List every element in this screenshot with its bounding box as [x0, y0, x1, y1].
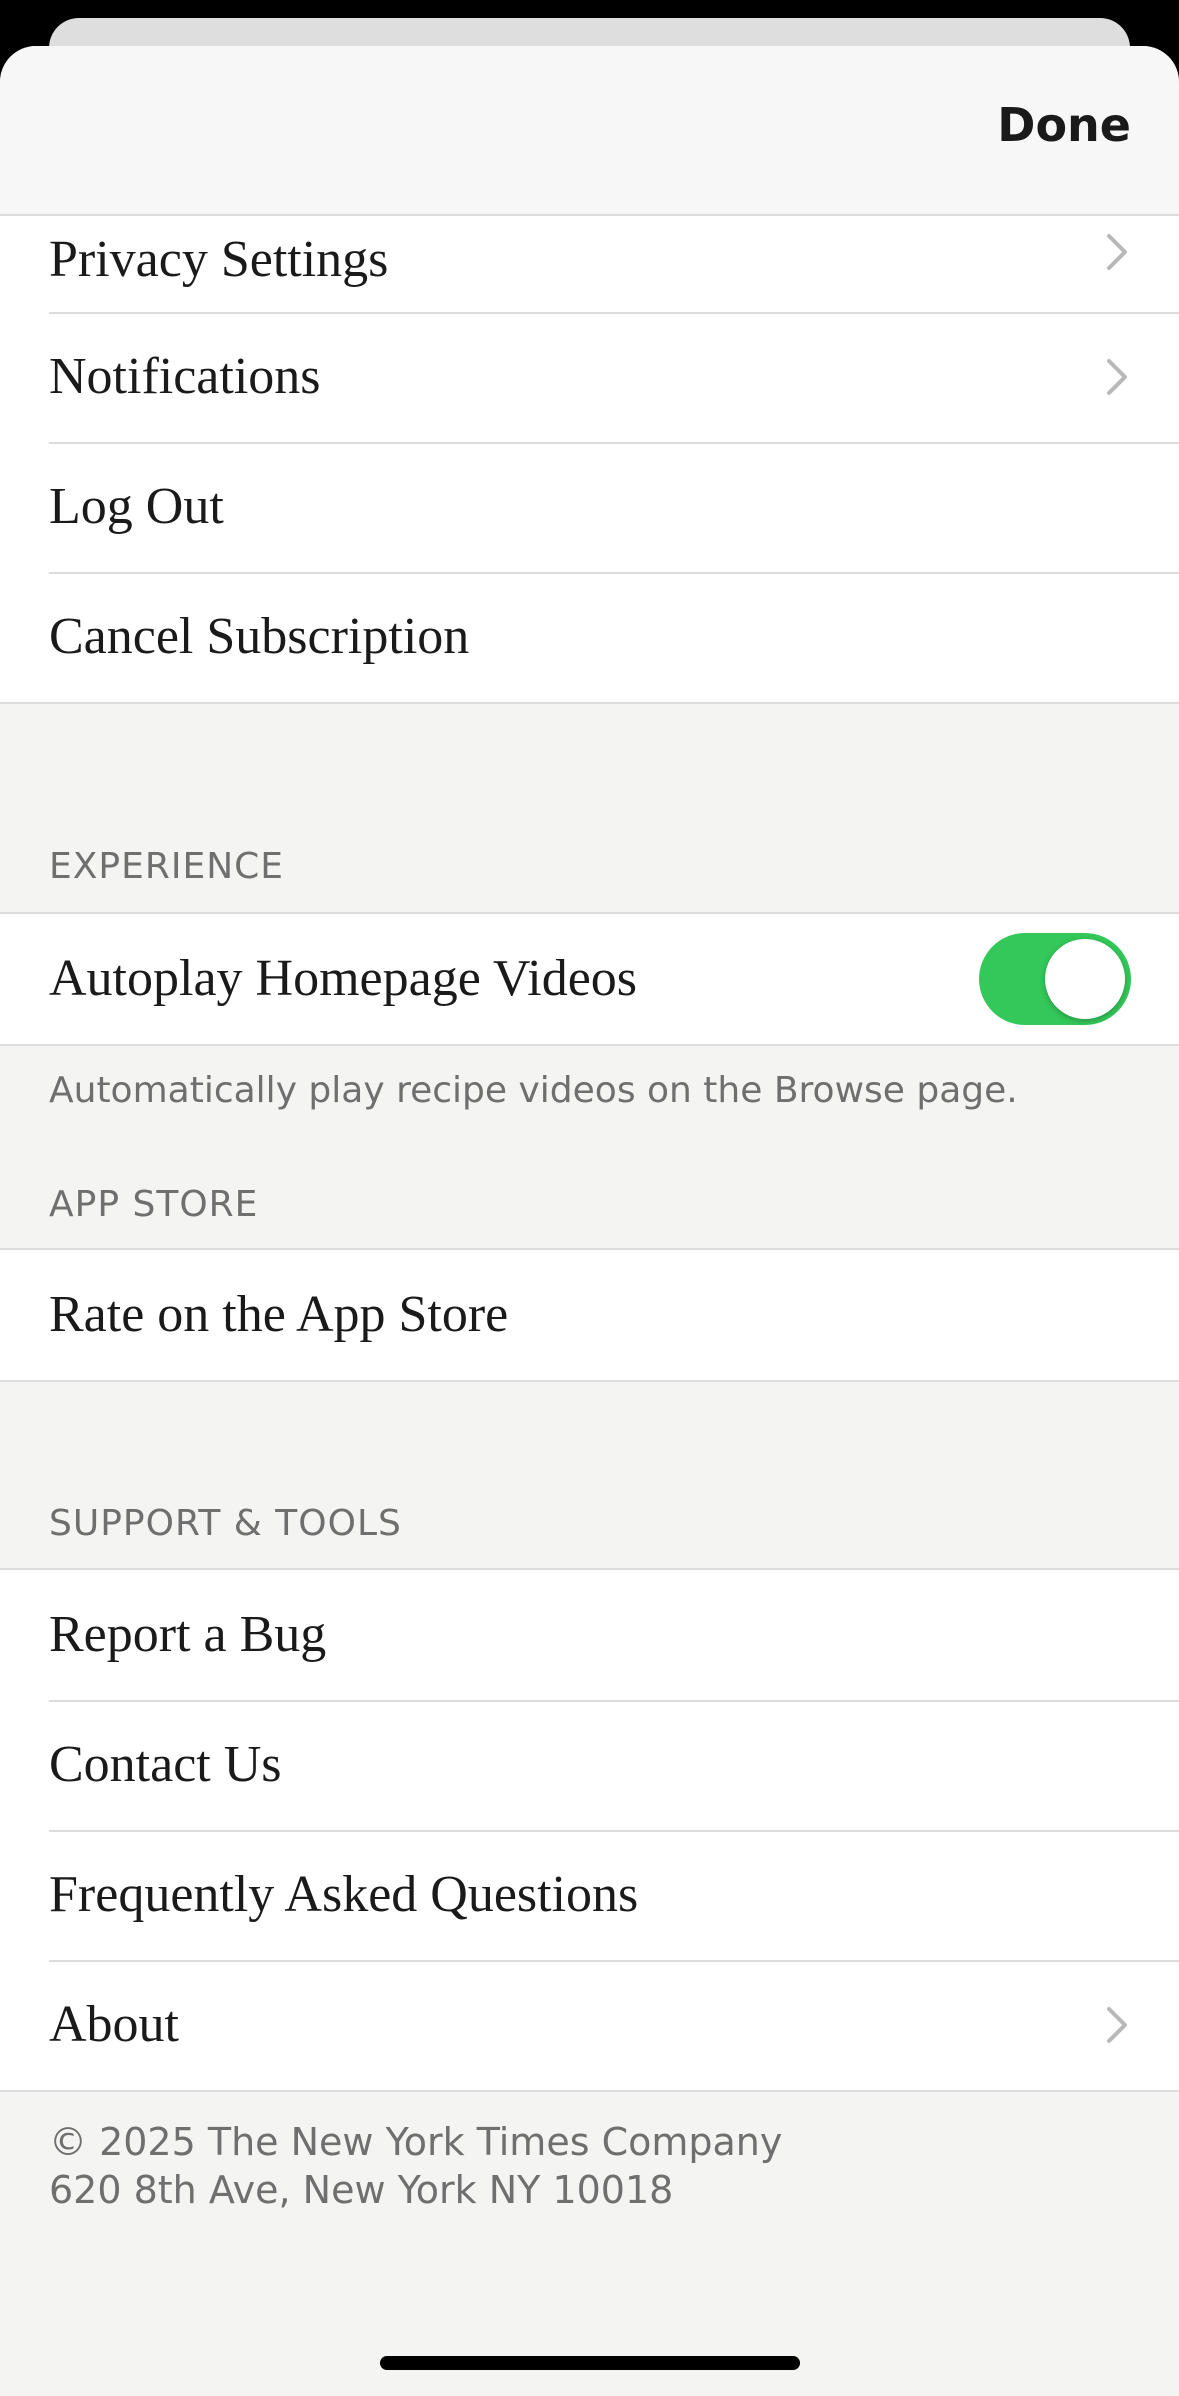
rate-app-store-label: Rate on the App Store	[49, 1286, 509, 1343]
report-bug-row[interactable]: Report a Bug	[0, 1570, 1179, 1700]
copyright-line: © 2025 The New York Times Company	[49, 2120, 783, 2164]
app-store-section-header: APP STORE	[49, 1184, 259, 1225]
contact-us-label: Contact Us	[49, 1736, 282, 1793]
autoplay-toggle-switch[interactable]	[979, 933, 1131, 1025]
about-row[interactable]: About	[0, 1960, 1179, 2090]
chevron-right-icon	[1107, 234, 1127, 270]
report-bug-label: Report a Bug	[49, 1606, 327, 1663]
faq-label: Frequently Asked Questions	[49, 1866, 639, 1923]
about-label: About	[49, 1996, 179, 2053]
experience-section-header: EXPERIENCE	[49, 846, 285, 887]
autoplay-homepage-videos-row: Autoplay Homepage Videos	[0, 914, 1179, 1044]
navigation-bar: Done	[0, 46, 1179, 216]
log-out-label: Log Out	[49, 478, 224, 535]
cancel-subscription-label: Cancel Subscription	[49, 608, 470, 665]
chevron-right-icon	[1107, 2007, 1127, 2043]
rate-app-store-row[interactable]: Rate on the App Store	[0, 1250, 1179, 1380]
settings-sheet: Done Privacy Settings Notifications Log …	[0, 46, 1179, 2396]
log-out-row[interactable]: Log Out	[0, 442, 1179, 572]
settings-screen: Done Privacy Settings Notifications Log …	[0, 0, 1179, 2396]
notifications-row[interactable]: Notifications	[0, 312, 1179, 442]
cancel-subscription-row[interactable]: Cancel Subscription	[0, 572, 1179, 702]
account-settings-group: Privacy Settings Notifications Log Out C…	[0, 176, 1179, 704]
address-line: 620 8th Ave, New York NY 10018	[49, 2168, 674, 2212]
app-store-group: Rate on the App Store	[0, 1248, 1179, 1382]
notifications-label: Notifications	[49, 348, 321, 405]
experience-group: Autoplay Homepage Videos	[0, 912, 1179, 1046]
chevron-right-icon	[1107, 359, 1127, 395]
toggle-knob	[1045, 939, 1125, 1019]
done-button[interactable]: Done	[997, 98, 1131, 152]
home-indicator	[380, 2356, 800, 2370]
support-tools-group: Report a Bug Contact Us Frequently Asked…	[0, 1568, 1179, 2092]
autoplay-homepage-videos-label: Autoplay Homepage Videos	[49, 950, 638, 1007]
contact-us-row[interactable]: Contact Us	[0, 1700, 1179, 1830]
support-tools-section-header: SUPPORT & TOOLS	[49, 1503, 402, 1544]
autoplay-footnote: Automatically play recipe videos on the …	[49, 1070, 1018, 1111]
faq-row[interactable]: Frequently Asked Questions	[0, 1830, 1179, 1960]
copyright-footer: © 2025 The New York Times Company 620 8t…	[49, 2118, 782, 2214]
